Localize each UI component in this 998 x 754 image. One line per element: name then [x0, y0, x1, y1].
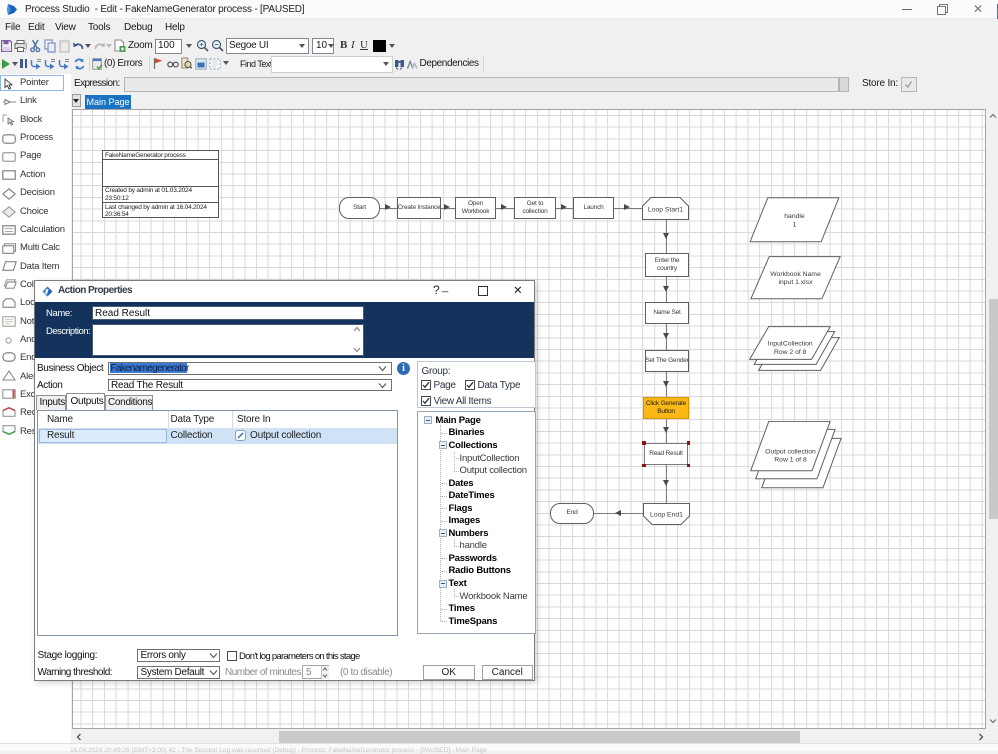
svg-text:Workbook Name: Workbook Name	[770, 271, 821, 278]
svg-text:Loop End1: Loop End1	[650, 511, 683, 518]
svg-text:Output collection: Output collection	[765, 448, 816, 455]
svg-text:Row 1 of 8: Row 1 of 8	[774, 457, 807, 464]
svg-text:handle: handle	[784, 213, 805, 220]
svg-text:Row 2 of 8: Row 2 of 8	[774, 349, 807, 356]
svg-text:1: 1	[792, 221, 796, 228]
svg-text:InputCollection: InputCollection	[768, 341, 813, 348]
svg-text:Loop Start1: Loop Start1	[647, 206, 682, 213]
svg-text:input 1.xlsx: input 1.xlsx	[778, 279, 813, 286]
